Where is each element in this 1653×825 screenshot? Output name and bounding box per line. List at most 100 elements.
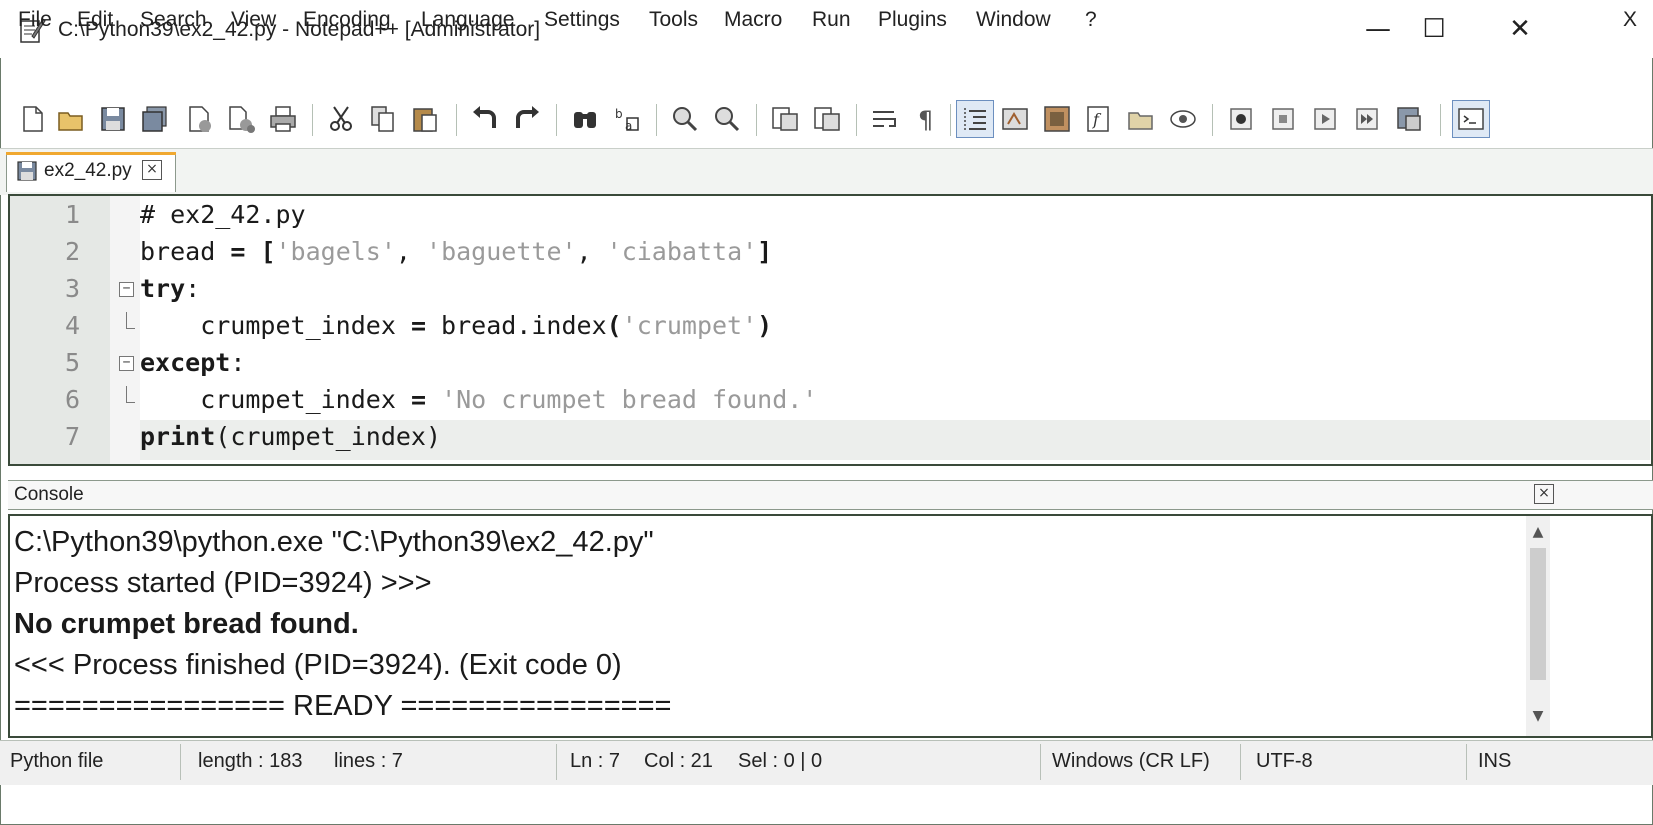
folder-as-workspace-icon[interactable] <box>1126 104 1156 134</box>
status-sel: Sel : 0 | 0 <box>738 750 823 772</box>
tab-bar <box>0 148 1653 195</box>
console-line: Process started (PID=3924) >>> <box>14 567 432 599</box>
console-title: Console <box>14 484 84 505</box>
menu-encoding[interactable]: Encoding <box>303 8 391 32</box>
menu-edit[interactable]: Edit <box>77 8 113 32</box>
close-document-button[interactable]: X <box>1623 8 1637 32</box>
svg-text:b: b <box>615 107 623 121</box>
code-line: # ex2_42.py <box>140 200 306 229</box>
fold-toggle-except[interactable]: − <box>119 356 134 371</box>
sync-horizontal-icon[interactable] <box>812 104 842 134</box>
line-number: 3 <box>64 274 80 303</box>
minimize-button[interactable]: — <box>1360 14 1396 44</box>
word-wrap-icon[interactable] <box>870 104 900 134</box>
console-line: C:\Python39\python.exe "C:\Python39\ex2_… <box>14 526 654 558</box>
play-macro-icon[interactable] <box>1310 104 1340 134</box>
fold-margin <box>110 196 140 464</box>
status-file-type: Python file <box>10 750 104 772</box>
toolbar-separator <box>456 104 457 136</box>
cut-icon[interactable] <box>326 104 356 134</box>
code-line: try: <box>140 274 201 303</box>
menu-plugins[interactable]: Plugins <box>878 8 947 32</box>
function-list-icon[interactable]: f <box>1084 104 1114 134</box>
menu-macro[interactable]: Macro <box>724 8 782 32</box>
open-file-icon[interactable] <box>56 104 86 134</box>
status-eol[interactable]: Windows (CR LF) <box>1052 750 1210 773</box>
status-separator <box>1040 744 1041 780</box>
status-separator <box>556 744 557 780</box>
code-line: crumpet_index = 'No crumpet bread found.… <box>140 385 818 414</box>
line-number: 7 <box>64 422 80 451</box>
status-insert-mode[interactable]: INS <box>1478 750 1511 773</box>
toolbar-separator <box>1440 104 1441 136</box>
status-lines: lines : 7 <box>334 750 403 772</box>
status-length: length : 183 <box>198 750 303 772</box>
line-number: 2 <box>64 237 80 266</box>
scroll-up-arrow-icon[interactable]: ▲ <box>1526 520 1550 544</box>
menu-bar <box>0 60 1653 98</box>
menu-language[interactable]: Language <box>421 8 514 32</box>
menu-window[interactable]: Window <box>976 8 1051 32</box>
menu-tools[interactable]: Tools <box>649 8 698 32</box>
save-icon[interactable] <box>98 104 128 134</box>
code-line: print(crumpet_index) <box>140 422 442 451</box>
zoom-in-icon[interactable] <box>670 104 700 134</box>
toolbar-separator <box>312 104 313 136</box>
scroll-down-arrow-icon[interactable]: ▼ <box>1526 704 1550 728</box>
monitoring-icon[interactable] <box>1168 104 1198 134</box>
stop-record-icon[interactable] <box>1268 104 1298 134</box>
sync-vertical-icon[interactable] <box>770 104 800 134</box>
show-all-chars-icon[interactable]: ¶ <box>912 104 942 134</box>
toolbar-separator <box>556 104 557 136</box>
menu-view[interactable]: View <box>231 8 276 32</box>
toolbar-separator <box>856 104 857 136</box>
fold-end-marker <box>126 312 135 329</box>
record-macro-icon[interactable] <box>1226 104 1256 134</box>
close-all-icon[interactable] <box>226 104 256 134</box>
copy-icon[interactable] <box>368 104 398 134</box>
zoom-out-icon[interactable] <box>712 104 742 134</box>
console-line: <<< Process finished (PID=3924). (Exit c… <box>14 649 622 681</box>
code-line: bread = ['bagels', 'baguette', 'ciabatta… <box>140 237 773 266</box>
new-file-icon[interactable] <box>18 104 48 134</box>
menu-search[interactable]: Search <box>140 8 207 32</box>
svg-text:¶: ¶ <box>918 106 933 134</box>
status-encoding[interactable]: UTF-8 <box>1256 750 1313 773</box>
console-line: ================ READY ================ <box>14 690 672 722</box>
replace-icon[interactable]: ba <box>612 104 642 134</box>
undo-icon[interactable] <box>470 104 500 134</box>
status-col: Col : 21 <box>644 750 713 772</box>
close-icon[interactable] <box>184 104 214 134</box>
line-number: 4 <box>64 311 80 340</box>
document-map-icon[interactable] <box>1042 104 1072 134</box>
paste-icon[interactable] <box>410 104 440 134</box>
svg-text:a: a <box>625 119 632 133</box>
tab-close-button[interactable]: × <box>142 160 162 180</box>
close-window-button[interactable]: ✕ <box>1502 14 1538 44</box>
fold-end-marker <box>126 386 135 403</box>
menu-run[interactable]: Run <box>812 8 851 32</box>
menu-file[interactable]: File <box>18 8 52 32</box>
save-all-icon[interactable] <box>140 104 170 134</box>
menu-help[interactable]: ? <box>1085 8 1097 32</box>
console-close-button[interactable]: × <box>1534 484 1554 504</box>
indent-guide-icon[interactable] <box>960 104 990 134</box>
code-line: crumpet_index = bread.index('crumpet') <box>140 311 773 340</box>
toolbar-separator <box>656 104 657 136</box>
redo-icon[interactable] <box>512 104 542 134</box>
status-ln: Ln : 7 <box>570 750 621 772</box>
run-macro-multiple-icon[interactable] <box>1352 104 1382 134</box>
print-icon[interactable] <box>268 104 298 134</box>
menu-settings[interactable]: Settings <box>544 8 620 32</box>
console-line: No crumpet bread found. <box>14 608 359 640</box>
console-icon[interactable] <box>1456 104 1486 134</box>
tab-label: ex2_42.py <box>44 160 132 181</box>
line-number: 6 <box>64 385 80 414</box>
user-defined-language-icon[interactable] <box>1000 104 1030 134</box>
toolbar-separator <box>1212 104 1213 136</box>
find-icon[interactable] <box>570 104 600 134</box>
maximize-button[interactable]: ☐ <box>1416 14 1452 44</box>
console-scrollbar-thumb[interactable] <box>1530 548 1546 680</box>
fold-toggle-try[interactable]: − <box>119 282 134 297</box>
save-macro-icon[interactable] <box>1394 104 1424 134</box>
